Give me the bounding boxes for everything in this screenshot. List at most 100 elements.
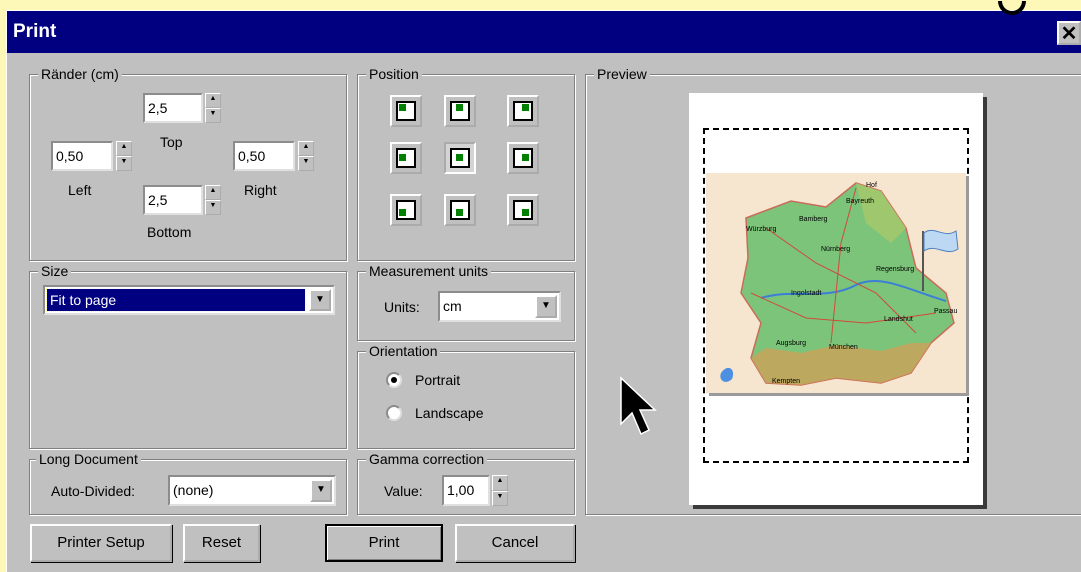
position-marker (522, 154, 529, 161)
print-button[interactable]: Print (325, 524, 443, 562)
page-position-icon (513, 101, 533, 121)
page-position-icon (513, 148, 533, 168)
margin-top-input[interactable]: 2,5 (143, 93, 203, 123)
page-position-icon (450, 200, 470, 220)
map-label: Ingolstadt (791, 290, 821, 297)
margin-right-input[interactable]: 0,50 (233, 141, 295, 171)
spin-up-icon[interactable]: ▲ (205, 185, 221, 200)
page-position-icon (450, 148, 470, 168)
margin-right-label: Right (244, 182, 277, 198)
gamma-value-input[interactable]: 1,00 (442, 475, 490, 506)
mouse-cursor-icon (620, 376, 657, 436)
measurement-group: Measurement units Units: cm ▼ (357, 262, 575, 341)
gamma-spinner[interactable]: ▲ ▼ (492, 475, 508, 506)
units-value: cm (443, 298, 462, 314)
position-marker (456, 209, 463, 216)
size-legend: Size (38, 262, 72, 280)
margins-legend: Ränder (cm) (38, 65, 122, 83)
close-button[interactable]: ✕ (1057, 21, 1081, 45)
print-dialog: Print ✕ Ränder (cm) 2,5 ▲ ▼ Top 0,50 ▲ ▼… (6, 1, 1081, 572)
page-position-icon (396, 148, 416, 168)
map-label: Bamberg (799, 216, 828, 223)
margin-bottom-input[interactable]: 2,5 (143, 185, 203, 215)
title-bar: Print (7, 11, 1081, 53)
spin-down-icon[interactable]: ▼ (492, 490, 508, 506)
position-group: Position (357, 65, 575, 261)
preview-page: Hof Bayreuth Würzburg Bamberg Nürnberg R… (689, 93, 983, 505)
reset-button[interactable]: Reset (183, 524, 260, 562)
position-bottom-right-button[interactable] (507, 194, 539, 226)
position-marker (399, 209, 406, 216)
map-label: Landshut (884, 316, 913, 323)
margin-left-label: Left (68, 182, 92, 198)
map-label: Kempten (772, 378, 800, 385)
close-icon: ✕ (1060, 23, 1078, 45)
map-label: Passau (934, 308, 957, 315)
margins-group: Ränder (cm) 2,5 ▲ ▼ Top 0,50 ▲ ▼ Left 0,… (29, 65, 347, 261)
portrait-radio[interactable] (386, 372, 402, 388)
chevron-down-icon[interactable]: ▼ (310, 479, 332, 502)
preview-legend: Preview (594, 65, 650, 83)
size-selected-option: Fit to page (46, 288, 306, 312)
spin-up-icon[interactable]: ▲ (492, 475, 508, 491)
margin-top-spinner[interactable]: ▲ ▼ (205, 93, 221, 123)
orientation-group: Orientation Portrait Landscape (357, 342, 575, 449)
margin-right-spinner[interactable]: ▲ ▼ (298, 141, 314, 171)
units-select[interactable]: cm ▼ (438, 291, 561, 322)
cancel-button[interactable]: Cancel (455, 524, 575, 562)
size-group: Size Fit to page ▼ (29, 262, 347, 449)
size-select[interactable]: Fit to page ▼ (43, 285, 335, 315)
gamma-legend: Gamma correction (366, 450, 488, 468)
spin-up-icon[interactable]: ▲ (205, 93, 221, 108)
margin-left-spinner[interactable]: ▲ ▼ (116, 141, 132, 171)
position-top-right-button[interactable] (507, 95, 539, 127)
units-label: Units: (384, 299, 420, 315)
map-label: Hof (866, 182, 877, 189)
map-label: Bayreuth (846, 198, 874, 205)
page-position-icon (513, 200, 533, 220)
spin-down-icon[interactable]: ▼ (116, 156, 132, 171)
chevron-down-icon[interactable]: ▼ (309, 289, 331, 311)
map-label: Nürnberg (821, 246, 850, 253)
long-document-group: Long Document Auto-Divided: (none) ▼ (29, 450, 347, 515)
position-marker (456, 104, 463, 111)
preview-group: Preview Hof Bayreuth Würzburg Bamberg Nü… (585, 65, 1081, 515)
portrait-label[interactable]: Portrait (415, 371, 460, 389)
printer-setup-button[interactable]: Printer Setup (30, 524, 172, 562)
gamma-group: Gamma correction Value: 1,00 ▲ ▼ (357, 450, 575, 515)
gamma-value-label: Value: (384, 483, 423, 499)
page-position-icon (396, 200, 416, 220)
position-bottom-center-button[interactable] (444, 194, 476, 226)
bavaria-map-graphic: Hof Bayreuth Würzburg Bamberg Nürnberg R… (720, 182, 959, 386)
bavaria-flag-icon (923, 229, 959, 253)
auto-divided-label: Auto-Divided: (51, 483, 136, 499)
position-top-center-button[interactable] (444, 95, 476, 127)
position-middle-center-button[interactable] (444, 142, 476, 174)
map-label: Augsburg (776, 340, 806, 347)
spin-up-icon[interactable]: ▲ (298, 141, 314, 156)
page-position-icon (396, 101, 416, 121)
position-marker (399, 154, 406, 161)
spin-down-icon[interactable]: ▼ (205, 200, 221, 215)
radio-selected-dot (391, 377, 397, 383)
measurement-legend: Measurement units (366, 262, 492, 280)
position-middle-left-button[interactable] (390, 142, 422, 174)
landscape-label[interactable]: Landscape (415, 404, 484, 422)
position-middle-right-button[interactable] (507, 142, 539, 174)
position-top-left-button[interactable] (390, 95, 422, 127)
margin-bottom-label: Bottom (147, 224, 192, 240)
spin-up-icon[interactable]: ▲ (116, 141, 132, 156)
spin-down-icon[interactable]: ▼ (298, 156, 314, 171)
map-label: Würzburg (746, 226, 776, 233)
auto-divided-select[interactable]: (none) ▼ (168, 475, 336, 506)
margin-bottom-spinner[interactable]: ▲ ▼ (205, 185, 221, 215)
position-marker (522, 209, 529, 216)
spin-down-icon[interactable]: ▼ (205, 108, 221, 123)
auto-divided-value: (none) (173, 482, 214, 498)
chevron-down-icon[interactable]: ▼ (535, 295, 557, 318)
position-marker (456, 154, 463, 161)
margin-top-label: Top (160, 134, 183, 150)
landscape-radio[interactable] (386, 405, 402, 421)
position-bottom-left-button[interactable] (390, 194, 422, 226)
margin-left-input[interactable]: 0,50 (51, 141, 113, 171)
